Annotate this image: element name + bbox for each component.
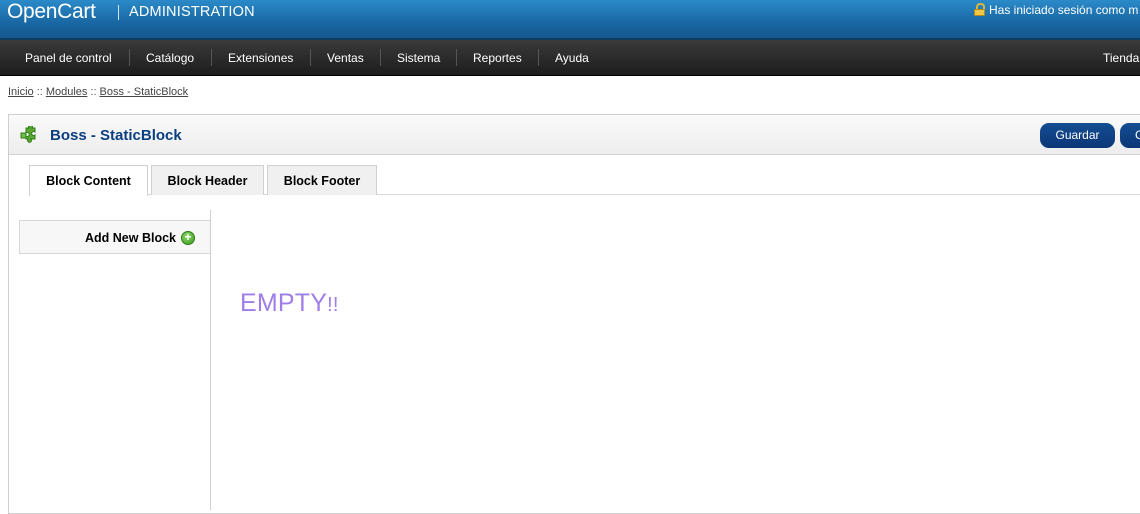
login-status-text: Has iniciado sesión como m — [989, 3, 1139, 17]
add-new-block-label: Add New Block — [85, 231, 176, 245]
cancel-button[interactable]: C — [1120, 123, 1140, 148]
menu-item-extensiones[interactable]: Extensiones — [228, 51, 293, 65]
save-button[interactable]: Guardar — [1040, 123, 1115, 148]
add-icon: + — [181, 231, 195, 245]
puzzle-icon — [20, 126, 36, 143]
empty-message: EMPTY!! — [240, 288, 339, 320]
menu-item-ventas[interactable]: Ventas — [327, 51, 364, 65]
breadcrumb-separator: :: — [90, 86, 97, 98]
menu-item-panel-de-control[interactable]: Panel de control — [25, 51, 112, 65]
empty-message-text: EMPTY — [240, 289, 328, 317]
top-header: OpenCart ADMINISTRATION Has iniciado ses… — [0, 0, 1140, 40]
tab-block-footer[interactable]: Block Footer — [267, 165, 377, 195]
menu-item-tienda[interactable]: Tienda — [1103, 51, 1139, 65]
menu-item-ayuda[interactable]: Ayuda — [555, 51, 589, 65]
breadcrumb-separator: :: — [36, 86, 43, 98]
menu-divider — [380, 49, 381, 66]
menu-item-reportes[interactable]: Reportes — [473, 51, 522, 65]
add-new-block-button[interactable]: Add New Block + — [19, 220, 210, 254]
opencart-logo[interactable]: OpenCart — [7, 0, 96, 24]
breadcrumb: Inicio:: Modules:: Boss - StaticBlock — [8, 85, 188, 99]
tab-block-content[interactable]: Block Content — [29, 165, 148, 196]
menu-divider — [211, 49, 212, 66]
module-box: Boss - StaticBlock Guardar C Block Conte… — [8, 114, 1140, 514]
lock-icon — [974, 3, 985, 16]
menu-item-sistema[interactable]: Sistema — [397, 51, 440, 65]
page-title: Boss - StaticBlock — [50, 127, 182, 144]
main-menu: Panel de control Catálogo Extensiones Ve… — [0, 40, 1140, 76]
breadcrumb-link-modules[interactable]: Modules — [46, 86, 88, 98]
logo-divider — [118, 5, 119, 20]
menu-divider — [129, 49, 130, 66]
menu-item-catalogo[interactable]: Catálogo — [146, 51, 194, 65]
breadcrumb-link-inicio[interactable]: Inicio — [8, 86, 34, 98]
menu-divider — [310, 49, 311, 66]
menu-divider — [456, 49, 457, 66]
block-list: Add New Block + — [19, 210, 211, 510]
admin-title: ADMINISTRATION — [129, 4, 255, 20]
tab-block-header[interactable]: Block Header — [151, 165, 264, 195]
menu-divider — [538, 49, 539, 66]
box-heading: Boss - StaticBlock Guardar C — [9, 115, 1140, 155]
empty-message-suffix: !! — [327, 294, 339, 316]
breadcrumb-link-current[interactable]: Boss - StaticBlock — [100, 86, 189, 98]
login-status: Has iniciado sesión como m — [974, 3, 1138, 17]
